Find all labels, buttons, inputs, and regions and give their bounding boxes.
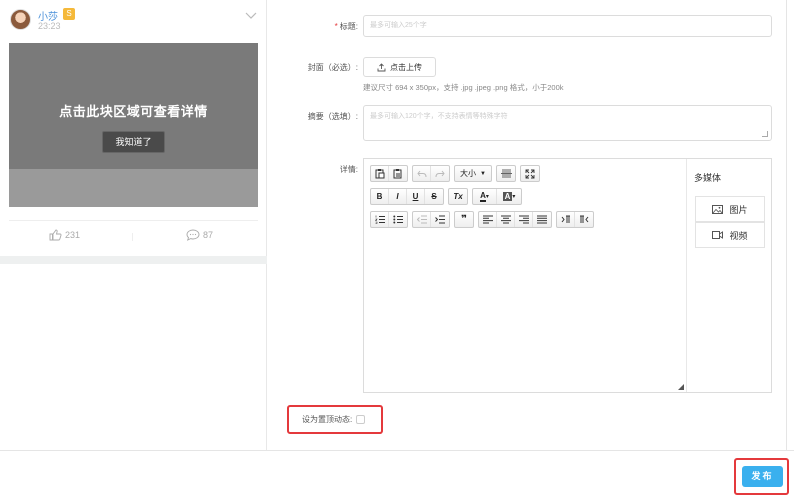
divider — [9, 220, 258, 221]
paste-text-icon[interactable] — [389, 166, 407, 181]
bold-button[interactable]: B — [371, 189, 389, 204]
insert-video-button[interactable]: 视频 — [695, 222, 765, 248]
redo-icon[interactable] — [431, 166, 449, 181]
comment-stat[interactable]: 87 — [186, 229, 213, 241]
upload-icon — [377, 62, 386, 71]
blockquote-icon[interactable]: ❞ — [455, 212, 473, 227]
post-time: 23:23 — [38, 21, 61, 31]
thumbs-up-icon — [49, 229, 62, 241]
details-label: 详情: — [339, 165, 358, 174]
background-color-icon: A — [502, 192, 513, 201]
summary-textarea[interactable]: 最多可输入120个字，不支持表情等特殊字符 — [363, 105, 772, 141]
bullet-list-icon[interactable] — [389, 212, 407, 227]
user-badge-icon: S — [63, 8, 75, 20]
title-input[interactable]: 最多可输入25个字 — [363, 15, 772, 37]
comment-count: 87 — [203, 230, 214, 240]
comment-icon — [186, 229, 200, 241]
panel-border — [786, 0, 787, 450]
got-it-button[interactable]: 我知道了 — [102, 131, 165, 153]
caret-down-icon: ▼ — [480, 170, 486, 177]
rtl-icon[interactable] — [575, 212, 593, 227]
cover-footer — [9, 169, 258, 207]
italic-button[interactable]: I — [389, 189, 407, 204]
fullscreen-icon[interactable] — [521, 166, 539, 181]
font-color-button[interactable]: A ▾ — [473, 189, 497, 204]
video-icon — [712, 231, 724, 239]
title-label: * 标题: — [334, 22, 358, 31]
toolbar-row-1: 大小 ▼ — [370, 165, 540, 182]
horizontal-rule-icon[interactable] — [497, 166, 515, 181]
publish-button[interactable]: 发布 — [742, 466, 783, 487]
publish-highlight: 发布 — [734, 458, 789, 495]
image-icon — [712, 204, 724, 214]
user-avatar — [10, 9, 31, 30]
align-left-icon[interactable] — [479, 212, 497, 227]
align-center-icon[interactable] — [497, 212, 515, 227]
align-right-icon[interactable] — [515, 212, 533, 227]
undo-icon[interactable] — [413, 166, 431, 181]
media-title: 多媒体 — [694, 173, 722, 183]
preview-separator-bar — [0, 256, 267, 264]
post-preview-panel: 小莎 S 23:23 点击此块区域可查看详情 我知道了 231 87 — [0, 0, 267, 450]
toolbar-row-2: B I U S Tx A ▾ A ▾ — [370, 188, 522, 205]
strikethrough-button[interactable]: S — [425, 189, 443, 204]
summary-label: 摘要（选填）: — [307, 112, 358, 121]
ltr-icon[interactable] — [557, 212, 575, 227]
pin-post-option: 设为置顶动态: — [287, 405, 383, 434]
paste-icon[interactable] — [371, 166, 389, 181]
font-size-label: 大小 — [460, 169, 477, 178]
caret-down-icon: ▾ — [485, 194, 489, 200]
image-label: 图片 — [729, 204, 748, 215]
upload-label: 点击上传 — [390, 62, 422, 72]
footer-divider — [0, 450, 794, 451]
summary-resize-handle[interactable] — [762, 131, 768, 137]
underline-button[interactable]: U — [407, 189, 425, 204]
media-panel: 多媒体 图片 视频 — [687, 159, 771, 392]
upload-cover-button[interactable]: 点击上传 — [363, 57, 436, 77]
cover-label: 封面（必选）: — [307, 63, 358, 72]
like-count: 231 — [65, 230, 81, 240]
outdent-icon[interactable] — [413, 212, 431, 227]
toolbar-row-3: ❞ — [370, 211, 594, 228]
pin-label: 设为置顶动态: — [302, 415, 353, 424]
font-size-select[interactable]: 大小 ▼ — [455, 166, 491, 181]
video-label: 视频 — [729, 230, 748, 241]
cover-preview-area[interactable]: 点击此块区域可查看详情 我知道了 — [9, 43, 258, 207]
cover-size-hint: 建议尺寸 694 x 350px，支持 .jpg .jpeg .png 格式，小… — [363, 83, 564, 92]
like-stat[interactable]: 231 — [49, 229, 80, 241]
indent-icon[interactable] — [431, 212, 449, 227]
stat-separator — [132, 233, 133, 241]
cover-hint-text: 点击此块区域可查看详情 — [59, 104, 208, 119]
rich-text-editor: 大小 ▼ B I U S Tx A ▾ A ▾ ❞ 多媒体 图片 视频 — [363, 158, 772, 393]
pin-checkbox[interactable] — [356, 415, 366, 424]
numbered-list-icon[interactable] — [371, 212, 389, 227]
align-justify-icon[interactable] — [533, 212, 551, 227]
insert-image-button[interactable]: 图片 — [695, 196, 765, 222]
background-color-button[interactable]: A ▾ — [497, 189, 521, 204]
caret-down-icon: ▾ — [512, 194, 516, 200]
editor-resize-handle[interactable] — [678, 384, 684, 390]
chevron-down-icon[interactable] — [245, 10, 257, 20]
clear-format-button[interactable]: Tx — [449, 189, 467, 204]
editor-content-area[interactable]: 大小 ▼ B I U S Tx A ▾ A ▾ ❞ — [364, 159, 687, 392]
